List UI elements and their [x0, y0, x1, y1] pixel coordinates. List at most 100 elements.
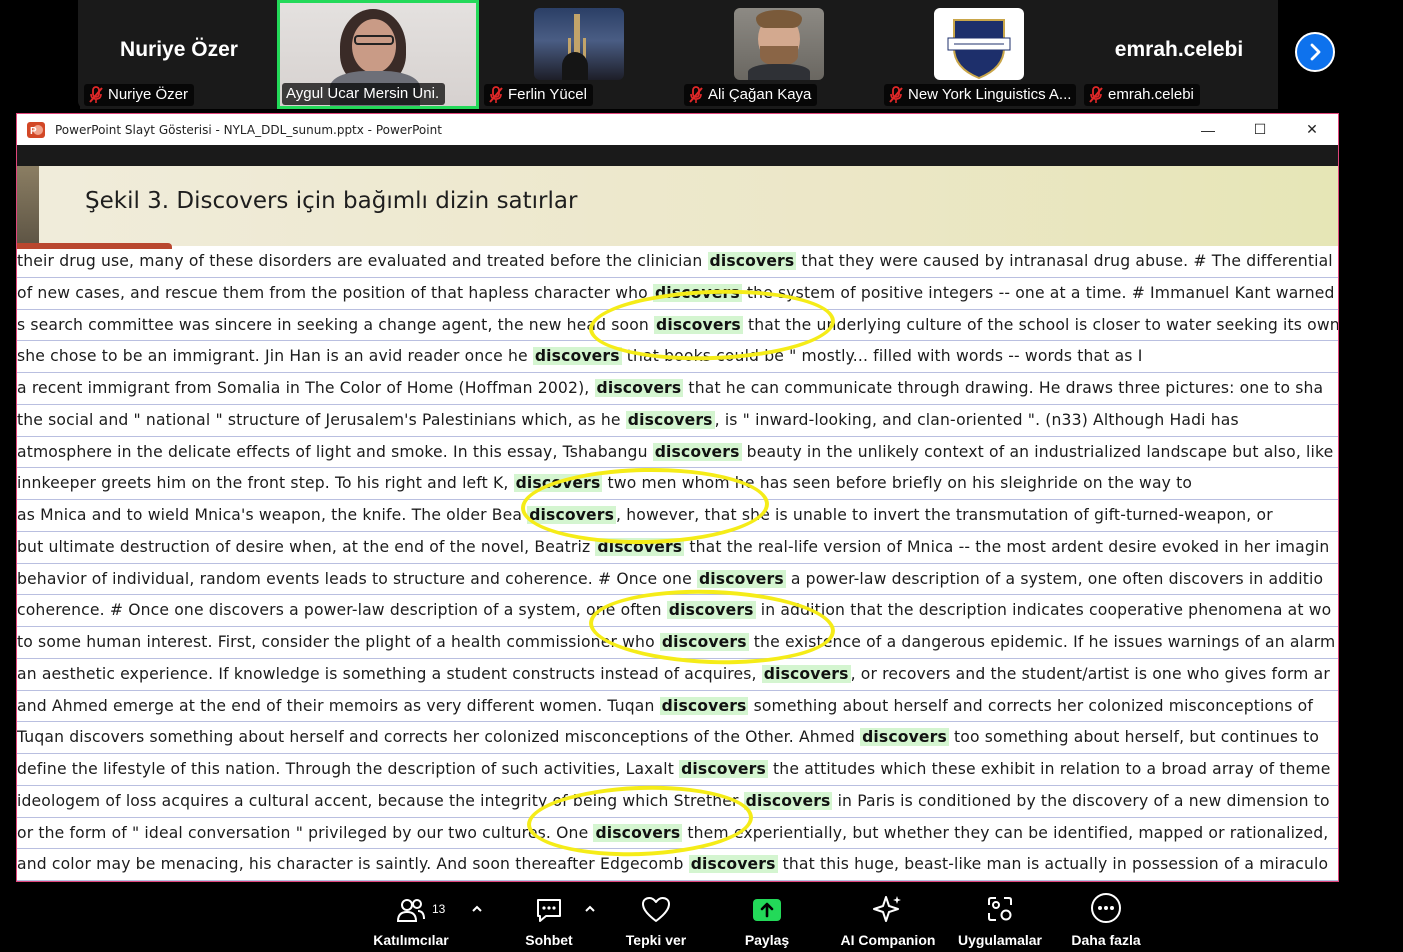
react-button[interactable]: Tepki ver	[620, 890, 692, 950]
participant-name: Aygul Ucar Mersin Uni.	[286, 85, 440, 102]
keyword-highlight: discovers	[654, 315, 743, 334]
participants-icon	[396, 890, 426, 924]
left-context: she chose to be an immigrant. Jin Han is…	[17, 347, 533, 366]
concordance-line: but ultimate destruction of desire when,…	[17, 532, 1338, 564]
right-context: that the underlying culture of the schoo…	[742, 315, 1339, 334]
close-button[interactable]: ✕	[1286, 114, 1338, 145]
keyword-highlight: discovers	[707, 252, 797, 270]
ai-sparkle-icon	[872, 890, 904, 924]
participant-name-bar: emrah.celebi	[1084, 84, 1200, 106]
right-context: that this huge, beast-like man is actual…	[777, 855, 1329, 874]
left-context: and color may be menacing, his character…	[17, 855, 689, 874]
right-context: the existence of a dangerous epidemic. I…	[748, 633, 1336, 651]
left-context: an aesthetic experience. If knowledge is…	[17, 664, 762, 683]
keyword-highlight: discovers	[652, 442, 742, 461]
concordance-line: she chose to be an immigrant. Jin Han is…	[17, 341, 1338, 373]
chat-label: Sohbet	[525, 932, 573, 948]
ai-companion-button[interactable]: AI Companion	[836, 890, 940, 950]
heart-icon	[640, 890, 672, 924]
participant-tile-nuriye[interactable]: Nuriye Özer Nuriye Özer	[80, 0, 278, 109]
mic-muted-icon	[888, 86, 904, 104]
participant-name: Ali Çağan Kaya	[708, 86, 812, 103]
more-button[interactable]: Daha fazla	[1068, 890, 1144, 950]
left-context: a recent immigrant from Somalia in The C…	[17, 379, 595, 397]
right-context: in addition that the description indicat…	[755, 601, 1332, 620]
participant-avatar-photo	[534, 8, 624, 80]
left-context: atmosphere in the delicate effects of li…	[17, 442, 653, 461]
minimize-button[interactable]: —	[1182, 114, 1234, 145]
more-label: Daha fazla	[1071, 932, 1141, 948]
concordance-line: a recent immigrant from Somalia in The C…	[17, 373, 1338, 405]
concordance-line: and color may be menacing, his character…	[17, 849, 1338, 881]
participant-tile-emrah[interactable]: emrah.celebi emrah.celebi	[1080, 0, 1278, 109]
concordance-line: their drug use, many of these disorders …	[17, 246, 1338, 278]
apps-button[interactable]: Uygulamalar	[954, 890, 1046, 950]
keyword-highlight: discovers	[679, 760, 768, 778]
chat-options-caret[interactable]	[584, 900, 596, 915]
left-context: innkeeper greets him on the front step. …	[17, 474, 514, 493]
concordance-line: Tuqan discovers something about herself …	[17, 722, 1338, 754]
concordance-line: behavior of individual, random events le…	[17, 564, 1338, 596]
participant-tile-nyla[interactable]: New York Linguistics A...	[880, 0, 1078, 109]
share-screen-button[interactable]: Paylaş	[734, 890, 800, 950]
window-titlebar: P PowerPoint Slayt Gösterisi - NYLA_DDL_…	[17, 114, 1338, 145]
right-context: beauty in the unlikely context of an ind…	[741, 442, 1334, 461]
participant-name-bar: Ali Çağan Kaya	[684, 84, 818, 106]
zoom-meeting-window: { "participants": [ {"name": "Nuriye Öze…	[0, 0, 1403, 952]
chat-icon	[534, 890, 564, 924]
left-context: and Ahmed emerge at the end of their mem…	[17, 696, 660, 715]
keyword-highlight: discovers	[652, 283, 742, 302]
window-title: PowerPoint Slayt Gösterisi - NYLA_DDL_su…	[55, 122, 442, 137]
participants-options-caret[interactable]	[471, 900, 483, 915]
left-context: Tuqan discovers something about herself …	[17, 728, 861, 747]
concordance-line: to some human interest. First, consider …	[17, 627, 1338, 659]
slide: Şekil 3. Discovers için bağımlı dizin sa…	[17, 166, 1339, 881]
concordance-line: atmosphere in the delicate effects of li…	[17, 437, 1338, 469]
ai-companion-label: AI Companion	[840, 932, 936, 948]
participant-name: Ferlin Yücel	[508, 86, 587, 103]
participant-tile-aygul-active-speaker[interactable]: Aygul Ucar Mersin Uni.	[277, 0, 479, 109]
maximize-button[interactable]: ☐	[1234, 114, 1286, 145]
keyword-highlight: discovers	[666, 601, 756, 620]
chat-button[interactable]: Sohbet	[518, 890, 580, 950]
left-context: ideologem of loss acquires a cultural ac…	[17, 791, 744, 810]
concordance-line: of new cases, and rescue them from the p…	[17, 278, 1338, 310]
keyword-highlight: discovers	[594, 379, 684, 397]
left-context: or the form of " ideal conversation " pr…	[17, 823, 594, 842]
keyword-highlight: discovers	[688, 855, 778, 874]
right-context: , is " inward-looking, and clan-oriented…	[714, 410, 1239, 429]
participant-tile-ali[interactable]: Ali Çağan Kaya	[680, 0, 878, 109]
participant-name-bar: New York Linguistics A...	[884, 84, 1076, 106]
share-label: Paylaş	[744, 932, 790, 948]
right-context: a power-law description of a system, one…	[785, 569, 1324, 588]
next-participants-button[interactable]	[1295, 32, 1335, 72]
keyword-highlight: discovers	[761, 664, 851, 683]
keyword-highlight: discovers	[532, 347, 622, 366]
right-context: two men whom he has seen before briefly …	[602, 474, 1193, 493]
concordance-line: as Mnica and to wield Mnica's weapon, th…	[17, 500, 1338, 532]
right-context: , however, that she is unable to invert …	[616, 506, 1273, 524]
participant-name: New York Linguistics A...	[908, 86, 1072, 103]
slide-header-accent	[17, 166, 39, 246]
react-label: Tepki ver	[625, 932, 687, 948]
concordance-line: define the lifestyle of this nation. Thr…	[17, 754, 1338, 786]
mic-muted-icon	[88, 86, 104, 104]
mic-muted-icon	[1088, 86, 1104, 104]
left-context: of new cases, and rescue them from the p…	[17, 283, 653, 302]
mic-muted-icon	[488, 86, 504, 104]
keyword-highlight: discovers	[860, 728, 949, 747]
keyword-highlight: discovers	[659, 633, 749, 651]
keyword-highlight: discovers	[593, 823, 683, 842]
participant-name-bar: Ferlin Yücel	[484, 84, 593, 106]
concordance-line: or the form of " ideal conversation " pr…	[17, 818, 1338, 850]
right-context: in Paris is conditioned by the discovery…	[832, 791, 1330, 810]
right-context: that he can communicate through drawing.…	[683, 379, 1324, 397]
slideshow-top-band	[17, 145, 1338, 166]
concordance-line: an aesthetic experience. If knowledge is…	[17, 659, 1338, 691]
participant-name: emrah.celebi	[1108, 86, 1194, 103]
svg-text:P: P	[30, 126, 37, 137]
participants-button[interactable]: Katılımcılar	[372, 890, 450, 950]
organization-logo	[934, 8, 1024, 80]
keyword-highlight: discovers	[743, 791, 833, 810]
participant-tile-ferlin[interactable]: Ferlin Yücel	[480, 0, 678, 109]
